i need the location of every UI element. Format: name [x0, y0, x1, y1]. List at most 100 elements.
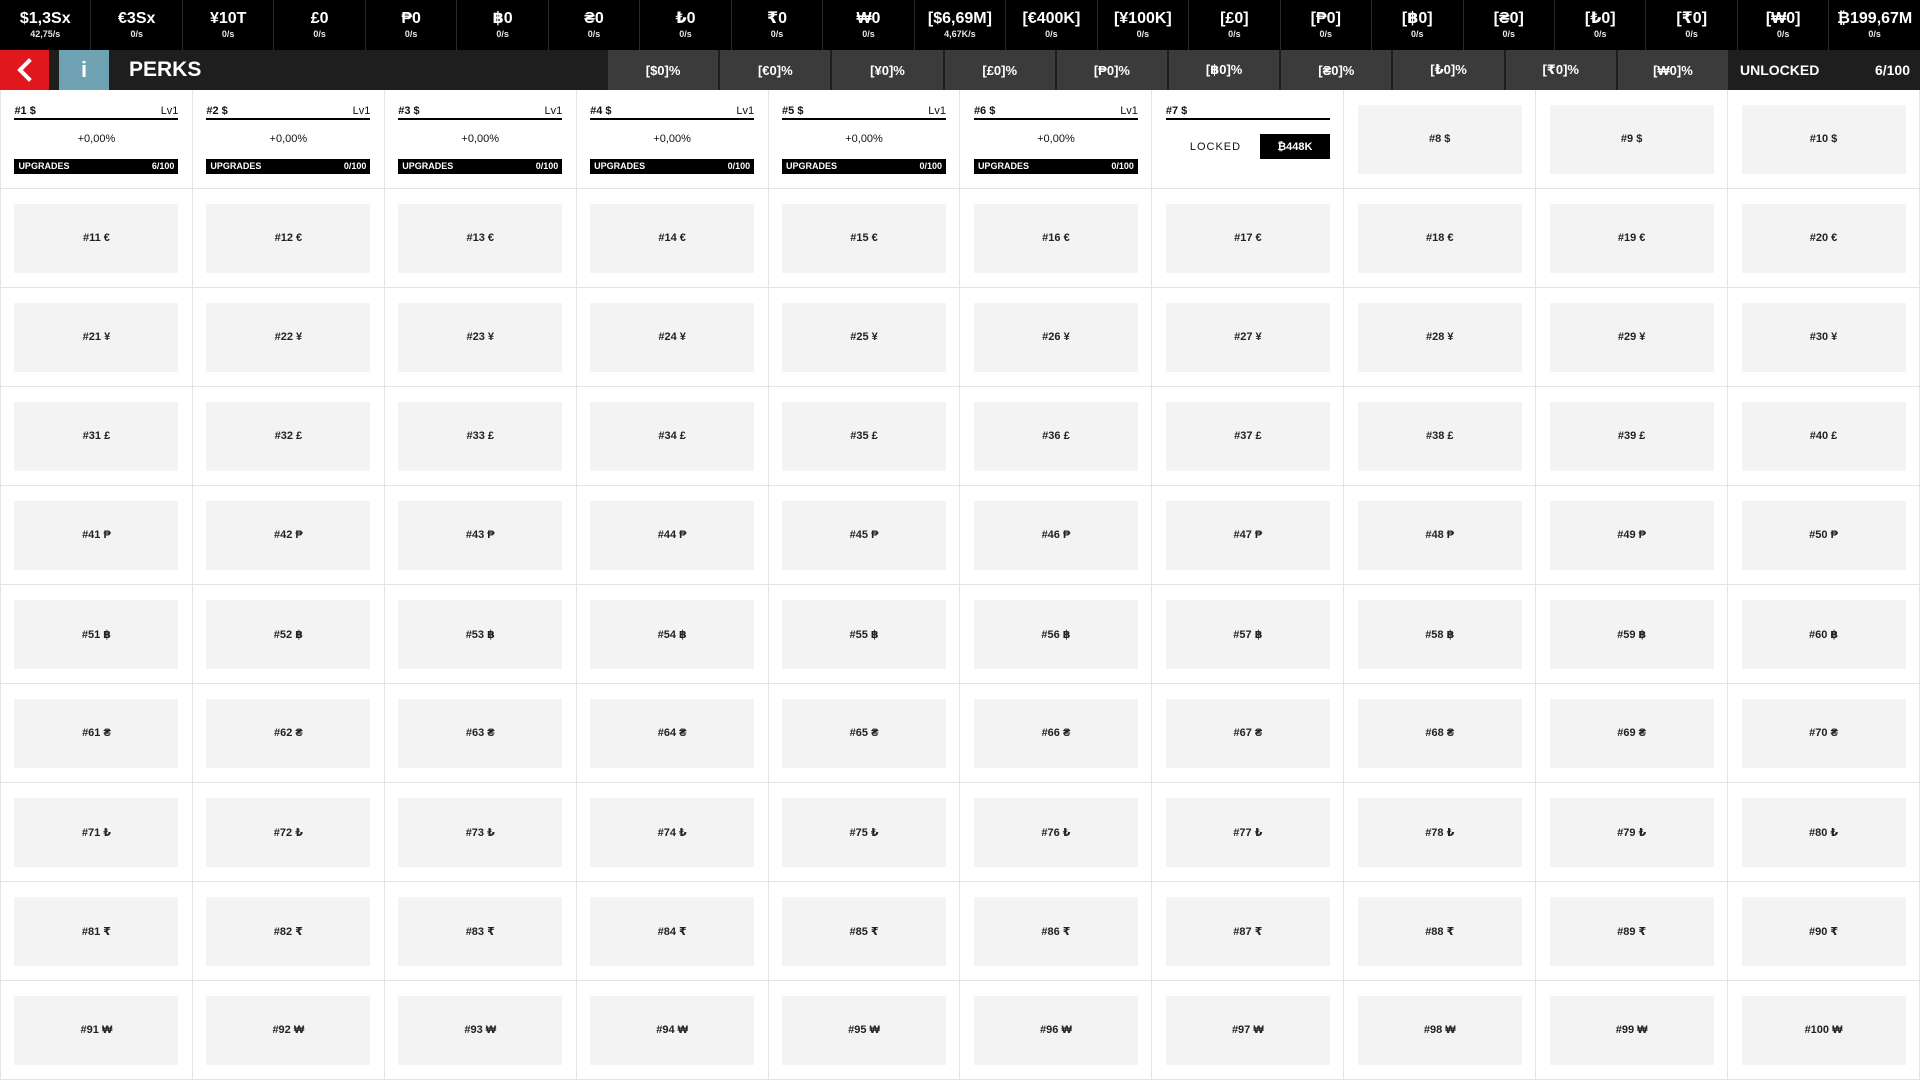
- perk-cell[interactable]: #3 $ Lv1 +0,00% UPGRADES 0/100: [384, 90, 577, 189]
- perk-cell[interactable]: #34 £: [576, 387, 769, 486]
- perk-cell[interactable]: #62 ₴: [192, 684, 385, 783]
- perk-cell[interactable]: #67 ₴: [1152, 684, 1345, 783]
- perk-cell[interactable]: #48 ₱: [1344, 486, 1537, 585]
- perk-cell[interactable]: #7 $ LOCKED ₿448K: [1152, 90, 1345, 189]
- perk-cell[interactable]: #4 $ Lv1 +0,00% UPGRADES 0/100: [576, 90, 769, 189]
- perk-cell[interactable]: #32 £: [192, 387, 385, 486]
- perk-cell[interactable]: #21 ¥: [1, 288, 193, 387]
- perk-cell[interactable]: #66 ₴: [960, 684, 1153, 783]
- perk-cell[interactable]: #80 ₺: [1728, 783, 1920, 882]
- perk-cell[interactable]: #60 ฿: [1728, 585, 1920, 684]
- upgrades-bar[interactable]: UPGRADES 0/100: [782, 158, 947, 174]
- perk-cell[interactable]: #65 ₴: [768, 684, 961, 783]
- perk-cell[interactable]: #83 ₹: [384, 882, 577, 981]
- perk-cell[interactable]: #52 ฿: [192, 585, 385, 684]
- perk-cell[interactable]: #69 ₴: [1536, 684, 1729, 783]
- perk-cell[interactable]: #100 ₩: [1728, 981, 1920, 1080]
- perk-cell[interactable]: #96 ₩: [960, 981, 1153, 1080]
- perk-cell[interactable]: #26 ¥: [960, 288, 1153, 387]
- perk-cell[interactable]: #63 ₴: [384, 684, 577, 783]
- perk-cell[interactable]: #40 £: [1728, 387, 1920, 486]
- perk-cell[interactable]: #16 €: [960, 189, 1153, 288]
- perk-cell[interactable]: #36 £: [960, 387, 1153, 486]
- perk-cell[interactable]: #49 ₱: [1536, 486, 1729, 585]
- perk-cell[interactable]: #97 ₩: [1152, 981, 1345, 1080]
- perk-cell[interactable]: #72 ₺: [192, 783, 385, 882]
- perk-cell[interactable]: #77 ₺: [1152, 783, 1345, 882]
- perk-cell[interactable]: #61 ₴: [1, 684, 193, 783]
- perk-cell[interactable]: #20 €: [1728, 189, 1920, 288]
- perk-cell[interactable]: #46 ₱: [960, 486, 1153, 585]
- perk-cell[interactable]: #37 £: [1152, 387, 1345, 486]
- perk-cell[interactable]: #42 ₱: [192, 486, 385, 585]
- perk-cell[interactable]: #99 ₩: [1536, 981, 1729, 1080]
- perk-cell[interactable]: #25 ¥: [768, 288, 961, 387]
- perk-cell[interactable]: #47 ₱: [1152, 486, 1345, 585]
- perk-cell[interactable]: #1 $ Lv1 +0,00% UPGRADES 6/100: [1, 90, 193, 189]
- perk-cell[interactable]: #87 ₹: [1152, 882, 1345, 981]
- perk-cell[interactable]: #27 ¥: [1152, 288, 1345, 387]
- perk-cell[interactable]: #35 £: [768, 387, 961, 486]
- perk-cell[interactable]: #10 $: [1728, 90, 1920, 189]
- perk-cell[interactable]: #17 €: [1152, 189, 1345, 288]
- perk-cell[interactable]: #75 ₺: [768, 783, 961, 882]
- perk-cell[interactable]: #76 ₺: [960, 783, 1153, 882]
- perk-cell[interactable]: #11 €: [1, 189, 193, 288]
- perk-cell[interactable]: #73 ₺: [384, 783, 577, 882]
- upgrades-bar[interactable]: UPGRADES 0/100: [398, 158, 563, 174]
- perk-cell[interactable]: #74 ₺: [576, 783, 769, 882]
- upgrades-bar[interactable]: UPGRADES 6/100: [14, 158, 179, 174]
- perk-cell[interactable]: #39 £: [1536, 387, 1729, 486]
- perk-cell[interactable]: #23 ¥: [384, 288, 577, 387]
- perk-cell[interactable]: #41 ₱: [1, 486, 193, 585]
- perk-cell[interactable]: #81 ₹: [1, 882, 193, 981]
- perk-cell[interactable]: #12 €: [192, 189, 385, 288]
- perk-cell[interactable]: #28 ¥: [1344, 288, 1537, 387]
- perk-cell[interactable]: #68 ₴: [1344, 684, 1537, 783]
- unlock-cost-button[interactable]: ₿448K: [1259, 134, 1330, 159]
- perk-cell[interactable]: #6 $ Lv1 +0,00% UPGRADES 0/100: [960, 90, 1153, 189]
- perk-cell[interactable]: #51 ฿: [1, 585, 193, 684]
- perk-cell[interactable]: #30 ¥: [1728, 288, 1920, 387]
- perk-cell[interactable]: #54 ฿: [576, 585, 769, 684]
- perk-cell[interactable]: #56 ฿: [960, 585, 1153, 684]
- perk-cell[interactable]: #33 £: [384, 387, 577, 486]
- perk-cell[interactable]: #19 €: [1536, 189, 1729, 288]
- perk-cell[interactable]: #79 ₺: [1536, 783, 1729, 882]
- back-button[interactable]: [0, 50, 49, 90]
- perk-cell[interactable]: #92 ₩: [192, 981, 385, 1080]
- perk-cell[interactable]: #82 ₹: [192, 882, 385, 981]
- upgrades-bar[interactable]: UPGRADES 0/100: [206, 158, 371, 174]
- perk-cell[interactable]: #24 ¥: [576, 288, 769, 387]
- upgrades-bar[interactable]: UPGRADES 0/100: [590, 158, 755, 174]
- perk-cell[interactable]: #50 ₱: [1728, 486, 1920, 585]
- perk-cell[interactable]: #55 ฿: [768, 585, 961, 684]
- perk-cell[interactable]: #18 €: [1344, 189, 1537, 288]
- perk-cell[interactable]: #90 ₹: [1728, 882, 1920, 981]
- perk-cell[interactable]: #98 ₩: [1344, 981, 1537, 1080]
- perk-cell[interactable]: #95 ₩: [768, 981, 961, 1080]
- perk-cell[interactable]: #94 ₩: [576, 981, 769, 1080]
- perk-cell[interactable]: #70 ₴: [1728, 684, 1920, 783]
- perk-cell[interactable]: #44 ₱: [576, 486, 769, 585]
- perk-cell[interactable]: #29 ¥: [1536, 288, 1729, 387]
- perk-cell[interactable]: #45 ₱: [768, 486, 961, 585]
- info-button[interactable]: i: [59, 50, 109, 90]
- perk-cell[interactable]: #31 £: [1, 387, 193, 486]
- perk-cell[interactable]: #71 ₺: [1, 783, 193, 882]
- perk-cell[interactable]: #84 ₹: [576, 882, 769, 981]
- upgrades-bar[interactable]: UPGRADES 0/100: [973, 158, 1138, 174]
- perk-cell[interactable]: #89 ₹: [1536, 882, 1729, 981]
- perk-cell[interactable]: #53 ฿: [384, 585, 577, 684]
- perk-cell[interactable]: #93 ₩: [384, 981, 577, 1080]
- perk-cell[interactable]: #78 ₺: [1344, 783, 1537, 882]
- perk-cell[interactable]: #38 £: [1344, 387, 1537, 486]
- perk-cell[interactable]: #22 ¥: [192, 288, 385, 387]
- perk-cell[interactable]: #43 ₱: [384, 486, 577, 585]
- perk-cell[interactable]: #14 €: [576, 189, 769, 288]
- perk-cell[interactable]: #57 ฿: [1152, 585, 1345, 684]
- perk-cell[interactable]: #59 ฿: [1536, 585, 1729, 684]
- perk-cell[interactable]: #64 ₴: [576, 684, 769, 783]
- perk-cell[interactable]: #58 ฿: [1344, 585, 1537, 684]
- perk-cell[interactable]: #91 ₩: [1, 981, 193, 1080]
